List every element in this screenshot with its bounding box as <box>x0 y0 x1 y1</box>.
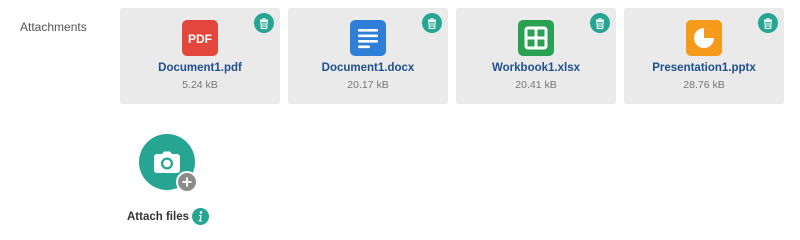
delete-attachment-button[interactable] <box>758 13 778 33</box>
camera-icon <box>154 151 180 173</box>
attachments-label: Attachments <box>20 20 87 34</box>
trash-icon <box>764 17 772 29</box>
file-size: 20.41 kB <box>515 79 557 91</box>
attachments-list: PDF Document1.pdf 5.24 kB Document1.docx… <box>120 8 784 104</box>
file-size: 20.17 kB <box>347 79 389 91</box>
pdf-file-icon: PDF <box>182 20 218 56</box>
file-name[interactable]: Presentation1.pptx <box>652 62 756 74</box>
attach-files-button[interactable] <box>139 134 198 193</box>
file-name[interactable]: Document1.pdf <box>158 62 242 74</box>
trash-icon <box>260 17 268 29</box>
word-document-icon <box>350 20 386 56</box>
file-name[interactable]: Workbook1.xlsx <box>492 62 580 74</box>
delete-attachment-button[interactable] <box>590 13 610 33</box>
plus-icon <box>176 171 198 193</box>
attachment-card[interactable]: Document1.docx 20.17 kB <box>288 8 448 104</box>
info-icon[interactable] <box>192 208 209 225</box>
file-size: 5.24 kB <box>182 79 218 91</box>
attachment-card[interactable]: Presentation1.pptx 28.76 kB <box>624 8 784 104</box>
attach-files-label: Attach files <box>127 211 189 223</box>
delete-attachment-button[interactable] <box>422 13 442 33</box>
attachment-card[interactable]: Workbook1.xlsx 20.41 kB <box>456 8 616 104</box>
spreadsheet-icon <box>518 20 554 56</box>
presentation-icon <box>686 20 722 56</box>
trash-icon <box>596 17 604 29</box>
trash-icon <box>428 17 436 29</box>
file-name[interactable]: Document1.docx <box>322 62 415 74</box>
file-size: 28.76 kB <box>683 79 725 91</box>
pdf-badge-text: PDF <box>188 32 212 46</box>
attachment-card[interactable]: PDF Document1.pdf 5.24 kB <box>120 8 280 104</box>
delete-attachment-button[interactable] <box>254 13 274 33</box>
